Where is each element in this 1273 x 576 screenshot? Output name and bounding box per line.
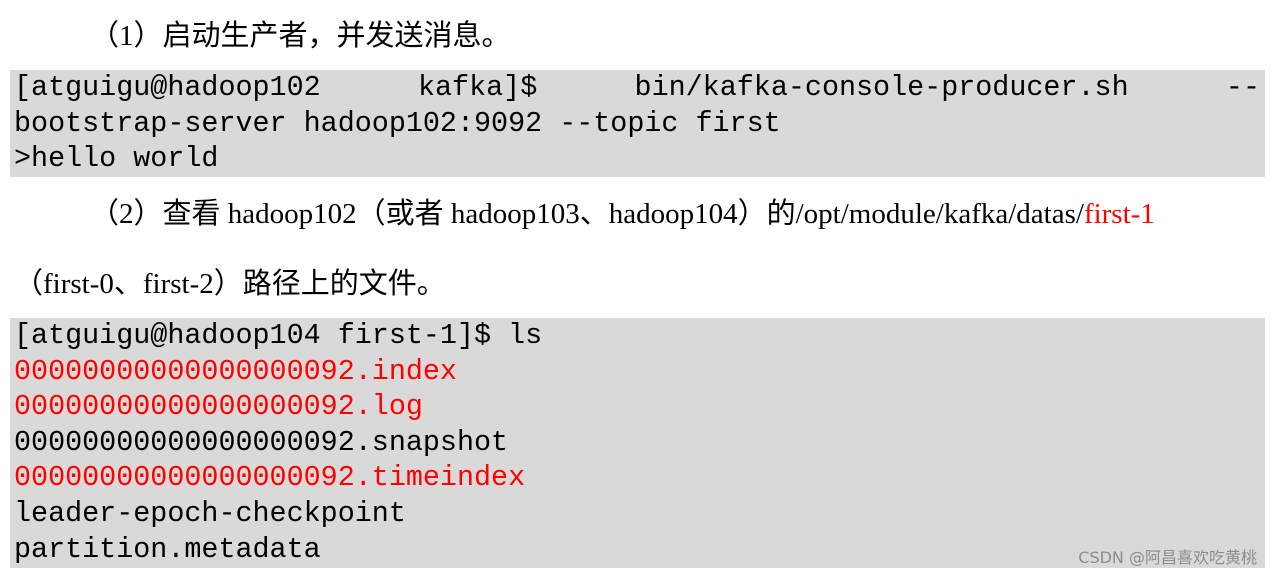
file-list-item: 00000000000000000092.log	[14, 390, 423, 424]
file-list: 00000000000000000092.index 00000000000000…	[14, 354, 1265, 568]
step-2-instruction-continued: （first-0、first-2）路径上的文件。	[0, 266, 1273, 302]
step-1-text: （1）启动生产者，并发送消息。	[90, 20, 511, 52]
code-line-3: >hello world	[14, 142, 219, 176]
step-2-text-line2: （first-0、first-2）路径上的文件。	[14, 268, 446, 300]
option-dashes: --	[1225, 71, 1260, 104]
code-line-1: [atguigu@hadoop102 kafka]$ bin/kafka-con…	[14, 70, 1260, 106]
ls-output-block: [atguigu@hadoop104 first-1]$ ls 00000000…	[10, 318, 1265, 568]
producer-command-block: [atguigu@hadoop102 kafka]$ bin/kafka-con…	[10, 70, 1265, 177]
ls-command-line: [atguigu@hadoop104 first-1]$ ls	[14, 319, 543, 352]
step-2-instruction: （2）查看 hadoop102（或者 hadoop103、hadoop104）的…	[0, 196, 1273, 232]
file-list-item: 00000000000000000092.timeindex	[14, 461, 526, 495]
step-2-text: （2）查看 hadoop102（或者 hadoop103、hadoop104）的…	[90, 198, 1084, 230]
step-1-instruction: （1）启动生产者，并发送消息。	[0, 18, 1273, 54]
step-2-highlight: first-1	[1083, 198, 1155, 230]
csdn-watermark: CSDN @阿昌喜欢吃黄桃	[1078, 548, 1257, 567]
prompt-user-host: [atguigu@hadoop102	[14, 71, 321, 104]
code-line-2: bootstrap-server hadoop102:9092 --topic …	[14, 106, 781, 140]
prompt-directory: kafka]$	[417, 71, 538, 104]
producer-script: bin/kafka-console-producer.sh	[634, 71, 1129, 104]
file-list-item: 00000000000000000092.index	[14, 354, 457, 388]
file-list-item: 00000000000000000092.snapshot	[14, 425, 509, 459]
file-list-item: leader-epoch-checkpoint	[14, 496, 406, 530]
